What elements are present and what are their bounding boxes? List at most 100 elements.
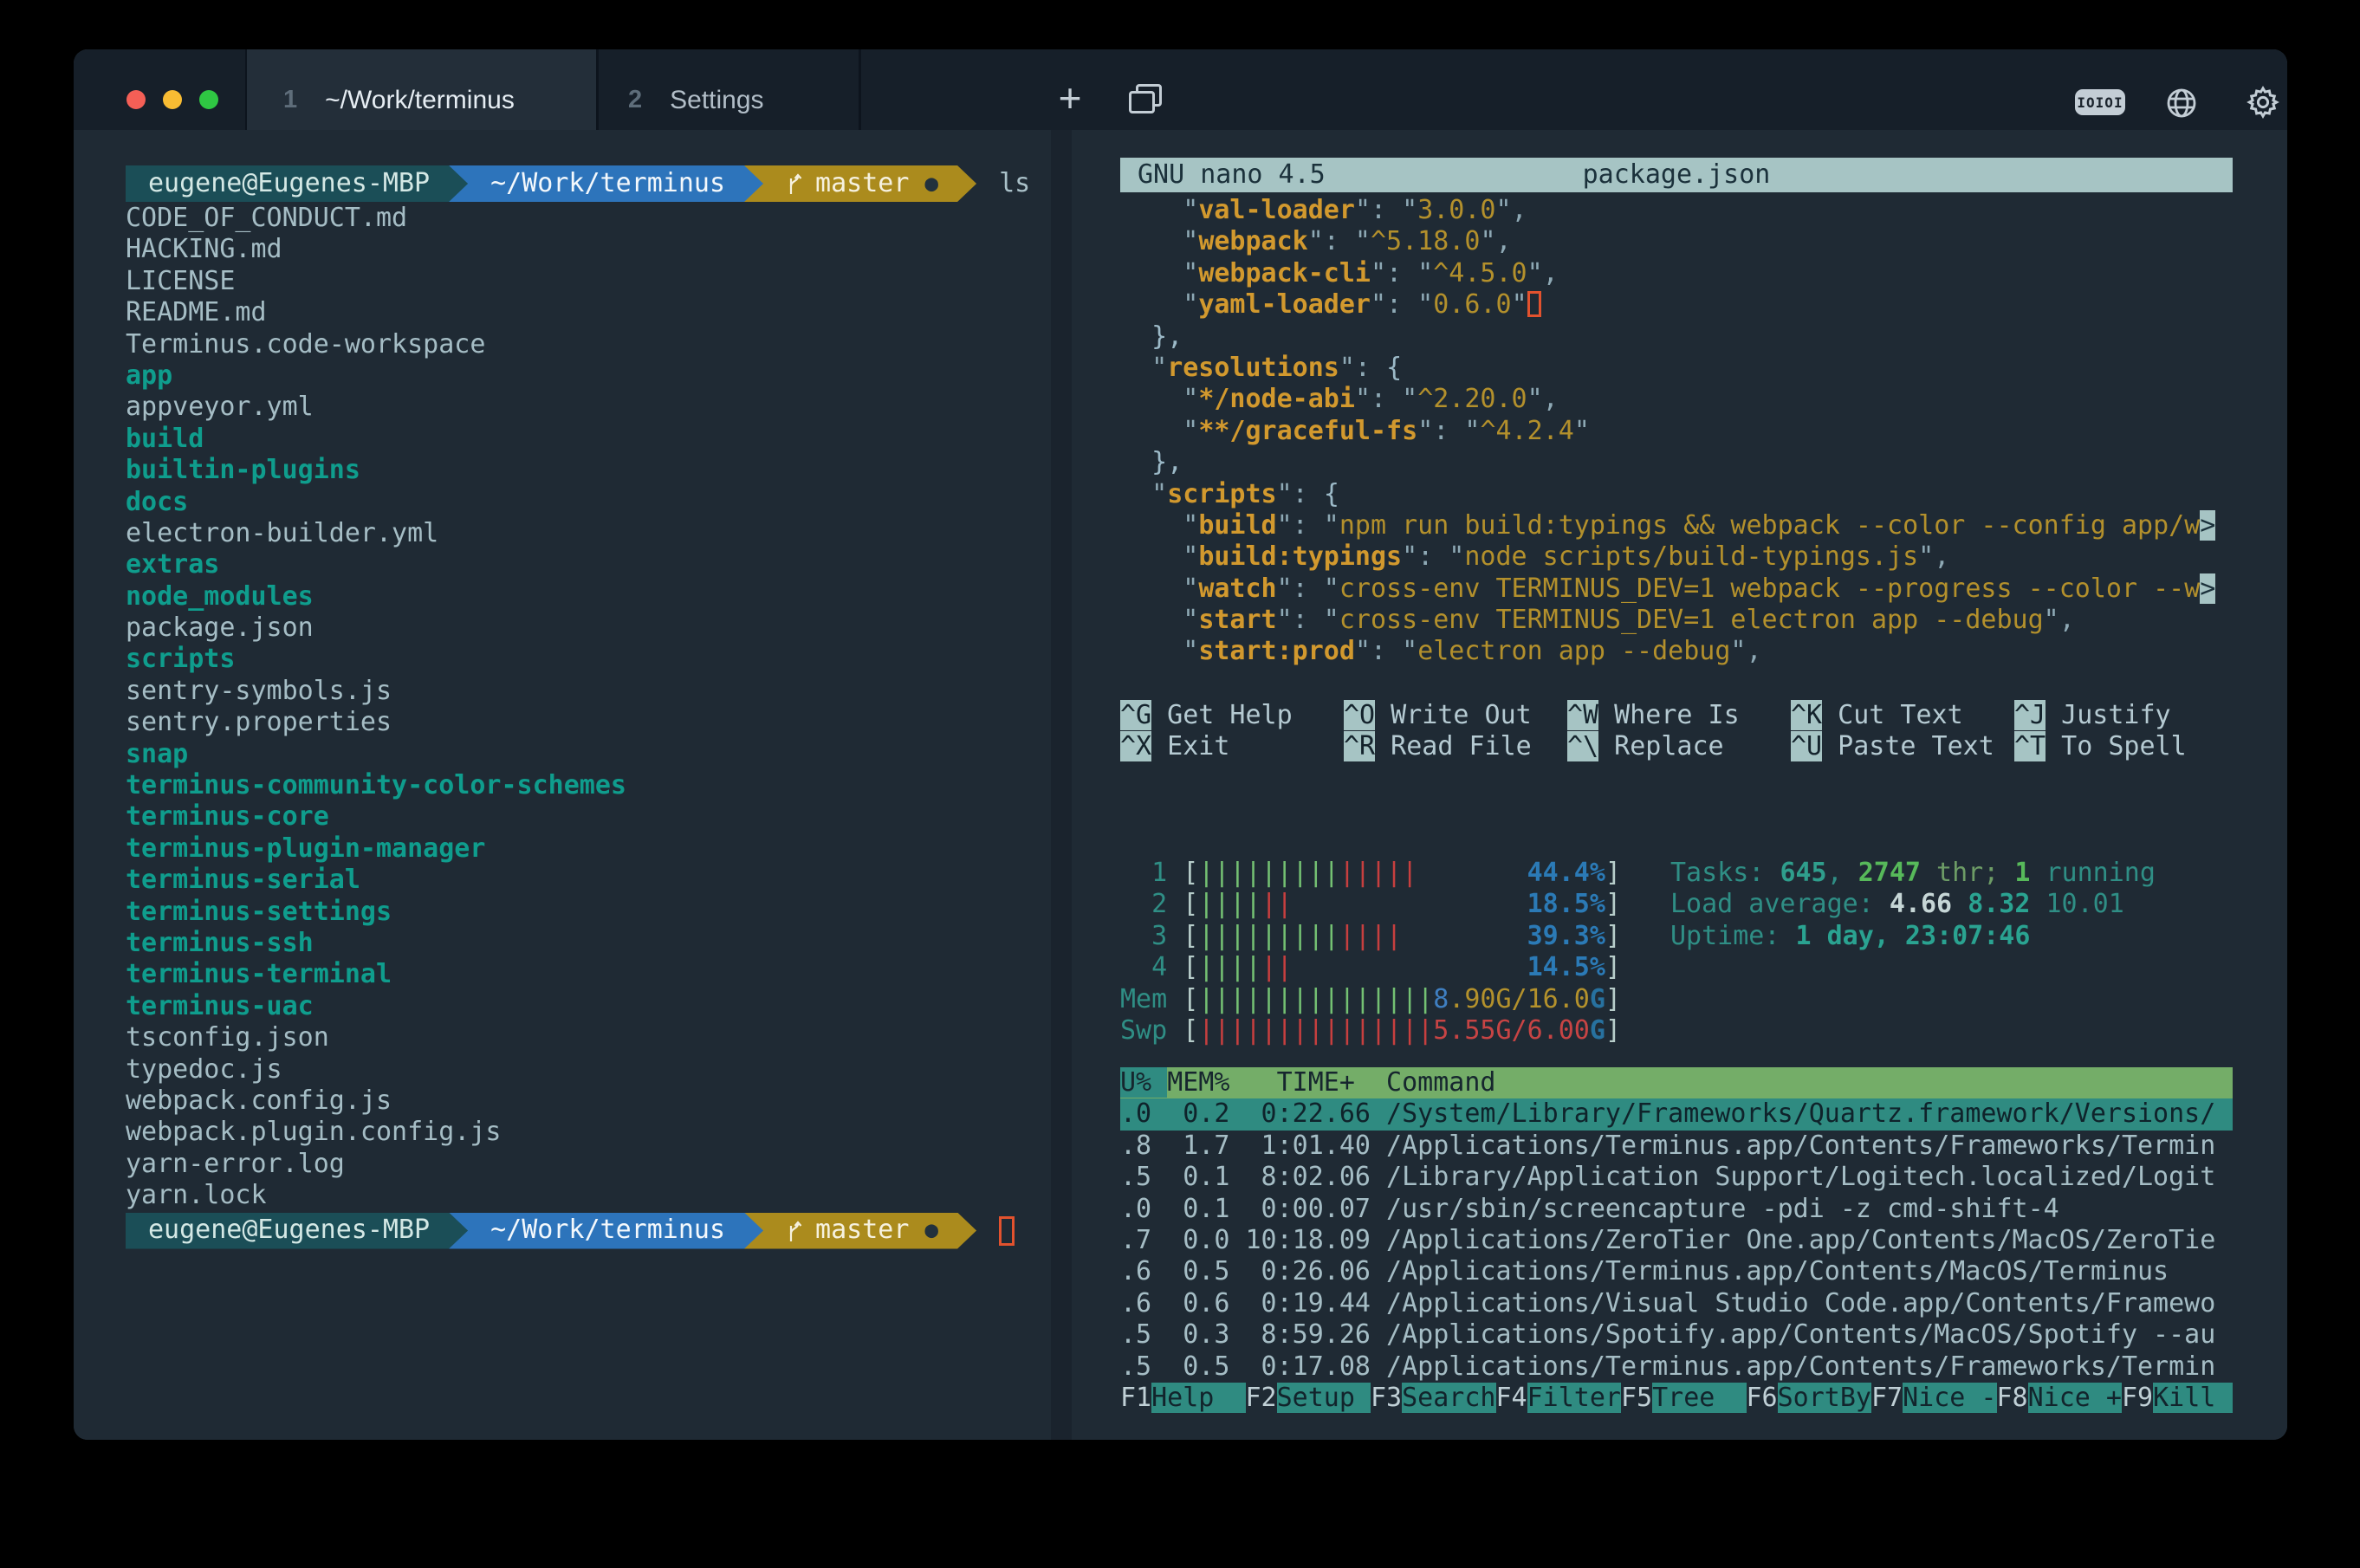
window-rect-front	[1129, 91, 1155, 113]
minimize-button[interactable]	[163, 90, 182, 109]
meter-bar: ||||||14.5%	[1198, 952, 1605, 983]
fkey-action: Tree	[1652, 1383, 1746, 1413]
text-run: "	[1120, 636, 1198, 666]
text-run: 10.01	[2046, 889, 2124, 919]
header-sort-column[interactable]: U%	[1120, 1067, 1167, 1098]
process-row: .0 0.2 0:22.66 /System/Library/Framework…	[1120, 1098, 2233, 1130]
shell-pane[interactable]: eugene@Eugenes-MBP~/Work/terminusmaster●…	[126, 165, 1030, 1250]
tab-work-terminus[interactable]: 1 ~/Work/terminus	[247, 49, 596, 130]
fkey-item[interactable]: F9Kill	[2122, 1383, 2233, 1413]
directory-item: terminus-settings	[126, 897, 1030, 928]
tab-settings[interactable]: 2 Settings	[599, 49, 859, 130]
meter-bar: |||||||||||||||8.90G/16.0G	[1198, 984, 1605, 1015]
fkey-item[interactable]: F8Nice +	[1997, 1383, 2123, 1413]
nano-version: GNU nano 4.5	[1138, 159, 1326, 191]
text-run: },	[1120, 447, 1183, 477]
text-run: build:typings	[1198, 541, 1402, 572]
text-run: ^5.18.0	[1371, 226, 1480, 256]
pane-divider[interactable]	[1051, 130, 1072, 1440]
git-branch-icon	[786, 1218, 803, 1244]
file-item: sentry-symbols.js	[126, 676, 1030, 707]
text-run: ",	[1918, 541, 1949, 572]
fkey-item[interactable]: F2Setup	[1246, 1383, 1371, 1413]
typed-command: ls	[999, 168, 1030, 199]
nano-filename: package.json	[1583, 159, 1771, 191]
shortcut-label: Replace	[1598, 731, 1724, 761]
meter-row: Swp [|||||||||||||||5.55G/6.00G]	[1120, 1015, 1621, 1046]
fkey-number: F2	[1246, 1383, 1277, 1413]
text-run: 8	[1433, 984, 1449, 1014]
text-run: {	[1324, 479, 1339, 509]
text-run: "	[1120, 289, 1198, 320]
text-run: 8.32	[1968, 889, 2046, 919]
directory-item: terminus-serial	[126, 865, 1030, 896]
process-row: .5 0.5 0:17.08 /Applications/Terminus.ap…	[1120, 1351, 2233, 1383]
nano-line: "build": "npm run build:typings && webpa…	[1120, 510, 2233, 541]
process-row: .8 1.7 1:01.40 /Applications/Terminus.ap…	[1120, 1131, 2233, 1162]
fkey-item[interactable]: F5Tree	[1621, 1383, 1747, 1413]
close-button[interactable]	[126, 90, 146, 109]
text-run: ",	[1527, 384, 1559, 414]
new-tab-button[interactable]: +	[1042, 70, 1098, 126]
serial-port-icon[interactable]: IOIOI	[2075, 89, 2125, 115]
text-run: 5.55G/6.00	[1433, 1015, 1590, 1046]
file-item: HACKING.md	[126, 234, 1030, 265]
shortcut-key: ^J	[2014, 700, 2046, 730]
line-continuation-marker: >	[2200, 573, 2215, 604]
fkey-action: Setup	[1277, 1383, 1371, 1413]
prompt-user-segment: eugene@Eugenes-MBP	[126, 1213, 468, 1249]
nano-line: },	[1120, 321, 2233, 353]
fkey-action: Filter	[1527, 1383, 1621, 1413]
shortcut-key: ^U	[1791, 731, 1822, 761]
title-bar: 1 ~/Work/terminus 2 Settings + IOIOI	[74, 49, 2287, 130]
fkey-item[interactable]: F4Filter	[1496, 1383, 1622, 1413]
meter-bracket: [	[1183, 984, 1198, 1014]
meter-bracket: ]	[1605, 889, 1621, 919]
summary-line: Load average: 4.66 8.32 10.01	[1670, 889, 2156, 920]
nano-shortcut-item: ^W Where Is	[1567, 700, 1791, 731]
fkey-action: Kill	[2153, 1383, 2233, 1413]
header-columns: MEM% TIME+ Command	[1167, 1067, 1495, 1098]
maximize-button[interactable]	[199, 90, 218, 109]
git-branch-name: master	[815, 1215, 909, 1246]
fkey-item[interactable]: F6SortBy	[1747, 1383, 1872, 1413]
file-item: LICENSE	[126, 266, 1030, 297]
file-item: tsconfig.json	[126, 1022, 1030, 1053]
nano-line: "build:typings": "node scripts/build-typ…	[1120, 541, 2233, 573]
meter-bracket: [	[1183, 889, 1198, 919]
file-item: package.json	[126, 612, 1030, 644]
directory-item: terminus-core	[126, 801, 1030, 833]
git-dirty-dot: ●	[924, 168, 938, 199]
text-run: "	[1120, 353, 1167, 383]
split-windows-icon[interactable]	[1129, 84, 1158, 110]
nano-pane[interactable]: GNU nano 4.5 package.json "val-loader": …	[1120, 158, 2233, 763]
text-run: "	[1574, 416, 1590, 446]
meter-bar: ||||||||||||||44.4%	[1198, 858, 1605, 889]
meter-value: 39.3%	[1527, 921, 1605, 952]
meter-row: 1 [||||||||||||||44.4%]	[1120, 858, 1621, 889]
meter-bar-segment: |||||||||||||||	[1198, 1015, 1433, 1046]
nano-shortcut-item: ^T To Spell	[2014, 731, 2238, 762]
nano-shortcut-item: ^R Read File	[1344, 731, 1567, 762]
text-run: running	[2030, 858, 2156, 888]
settings-gear-icon[interactable]	[2245, 84, 2281, 125]
meter-bracket: [	[1183, 952, 1198, 982]
fkey-item[interactable]: F1Help	[1120, 1383, 1246, 1413]
nano-editor-text: "val-loader": "3.0.0", "webpack": "^5.18…	[1120, 195, 2233, 668]
shortcut-label: Cut Text	[1822, 700, 1963, 730]
fkey-item[interactable]: F7Nice -	[1871, 1383, 1997, 1413]
meter-bar-segment: ||	[1261, 952, 1293, 982]
meter-value: 44.4%	[1527, 858, 1605, 889]
terminal-content: eugene@Eugenes-MBP~/Work/terminusmaster●…	[74, 130, 2287, 1440]
shell-prompt-line: eugene@Eugenes-MBP~/Work/terminusmaster●	[126, 1212, 1030, 1250]
prompt-git-segment: master●	[744, 165, 976, 202]
globe-icon[interactable]	[2164, 86, 2199, 125]
directory-item: terminus-community-color-schemes	[126, 770, 1030, 801]
text-run: ",	[1527, 258, 1559, 288]
fkey-item[interactable]: F3Search	[1371, 1383, 1496, 1413]
text-run: ": "	[1277, 605, 1339, 635]
meter-bracket: ]	[1605, 858, 1621, 888]
fkey-action: Nice +	[2028, 1383, 2122, 1413]
nano-shortcut-row: ^G Get Help^O Write Out^W Where Is^K Cut…	[1120, 700, 2233, 731]
text-run: ": "	[1355, 636, 1417, 666]
